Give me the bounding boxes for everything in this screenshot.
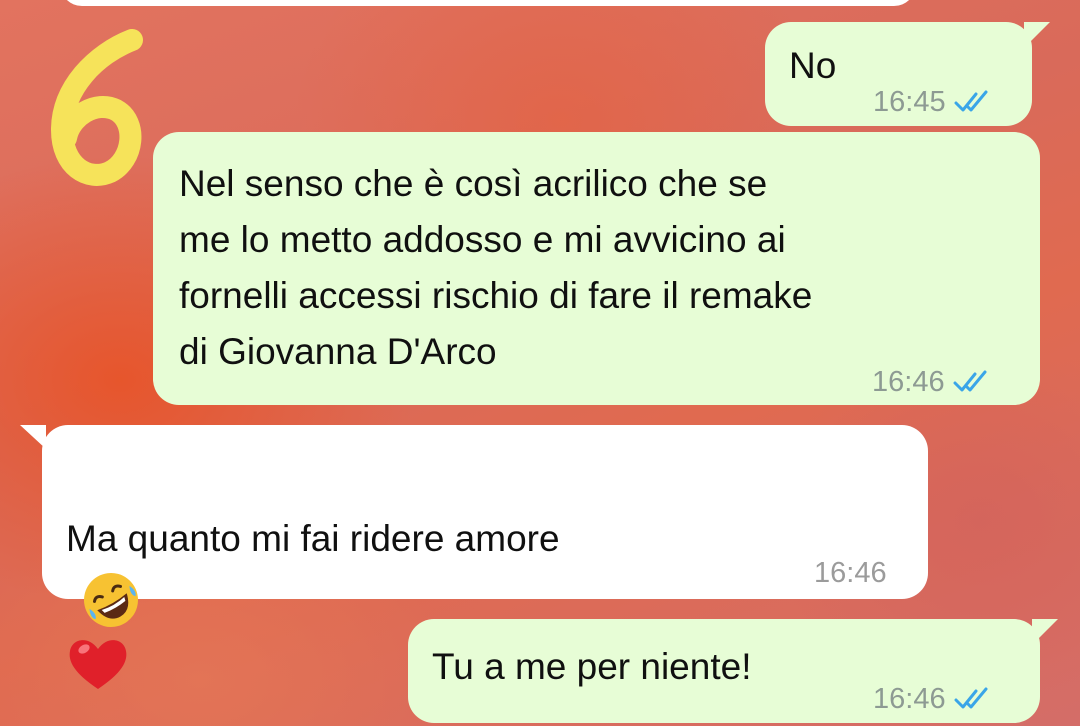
incoming-message-bubble[interactable]: Ma quanto mi fai ridere amore 16:46 bbox=[20, 425, 928, 690]
double-check-icon bbox=[953, 370, 987, 392]
outgoing-message-bubble[interactable]: Nel senso che è così acrilico che se me … bbox=[153, 132, 1040, 405]
message-time: 16:46 bbox=[873, 683, 946, 715]
annotation-six bbox=[51, 29, 143, 186]
annotation-six-stroke bbox=[51, 29, 143, 186]
bubble-tail bbox=[20, 425, 46, 449]
message-body: Ma quanto mi fai ridere amore bbox=[66, 518, 560, 559]
message-time: 16:45 bbox=[873, 86, 946, 118]
bubble-tail bbox=[1032, 619, 1058, 645]
message-meta: 16:46 bbox=[814, 545, 887, 601]
previous-message-bubble[interactable] bbox=[60, 0, 916, 6]
message-meta: 16:46 bbox=[872, 354, 993, 410]
message-meta: 16:45 bbox=[873, 74, 994, 130]
message-time: 16:46 bbox=[814, 557, 887, 589]
red-heart-emoji bbox=[69, 640, 127, 690]
message-text: No bbox=[789, 45, 837, 86]
outgoing-message-bubble[interactable]: No 16:45 bbox=[765, 22, 1050, 126]
double-check-icon bbox=[954, 90, 988, 112]
message-text: Tu a me per niente! bbox=[432, 646, 752, 687]
outgoing-message-bubble[interactable]: Tu a me per niente! 16:46 bbox=[408, 619, 1058, 723]
message-time: 16:46 bbox=[872, 366, 945, 398]
message-text: Nel senso che è così acrilico che se me … bbox=[179, 163, 813, 372]
message-meta: 16:46 bbox=[873, 671, 994, 727]
bubble-tail bbox=[1024, 22, 1050, 48]
double-check-icon bbox=[954, 687, 988, 709]
rolling-on-floor-laughing-emoji bbox=[84, 573, 138, 627]
